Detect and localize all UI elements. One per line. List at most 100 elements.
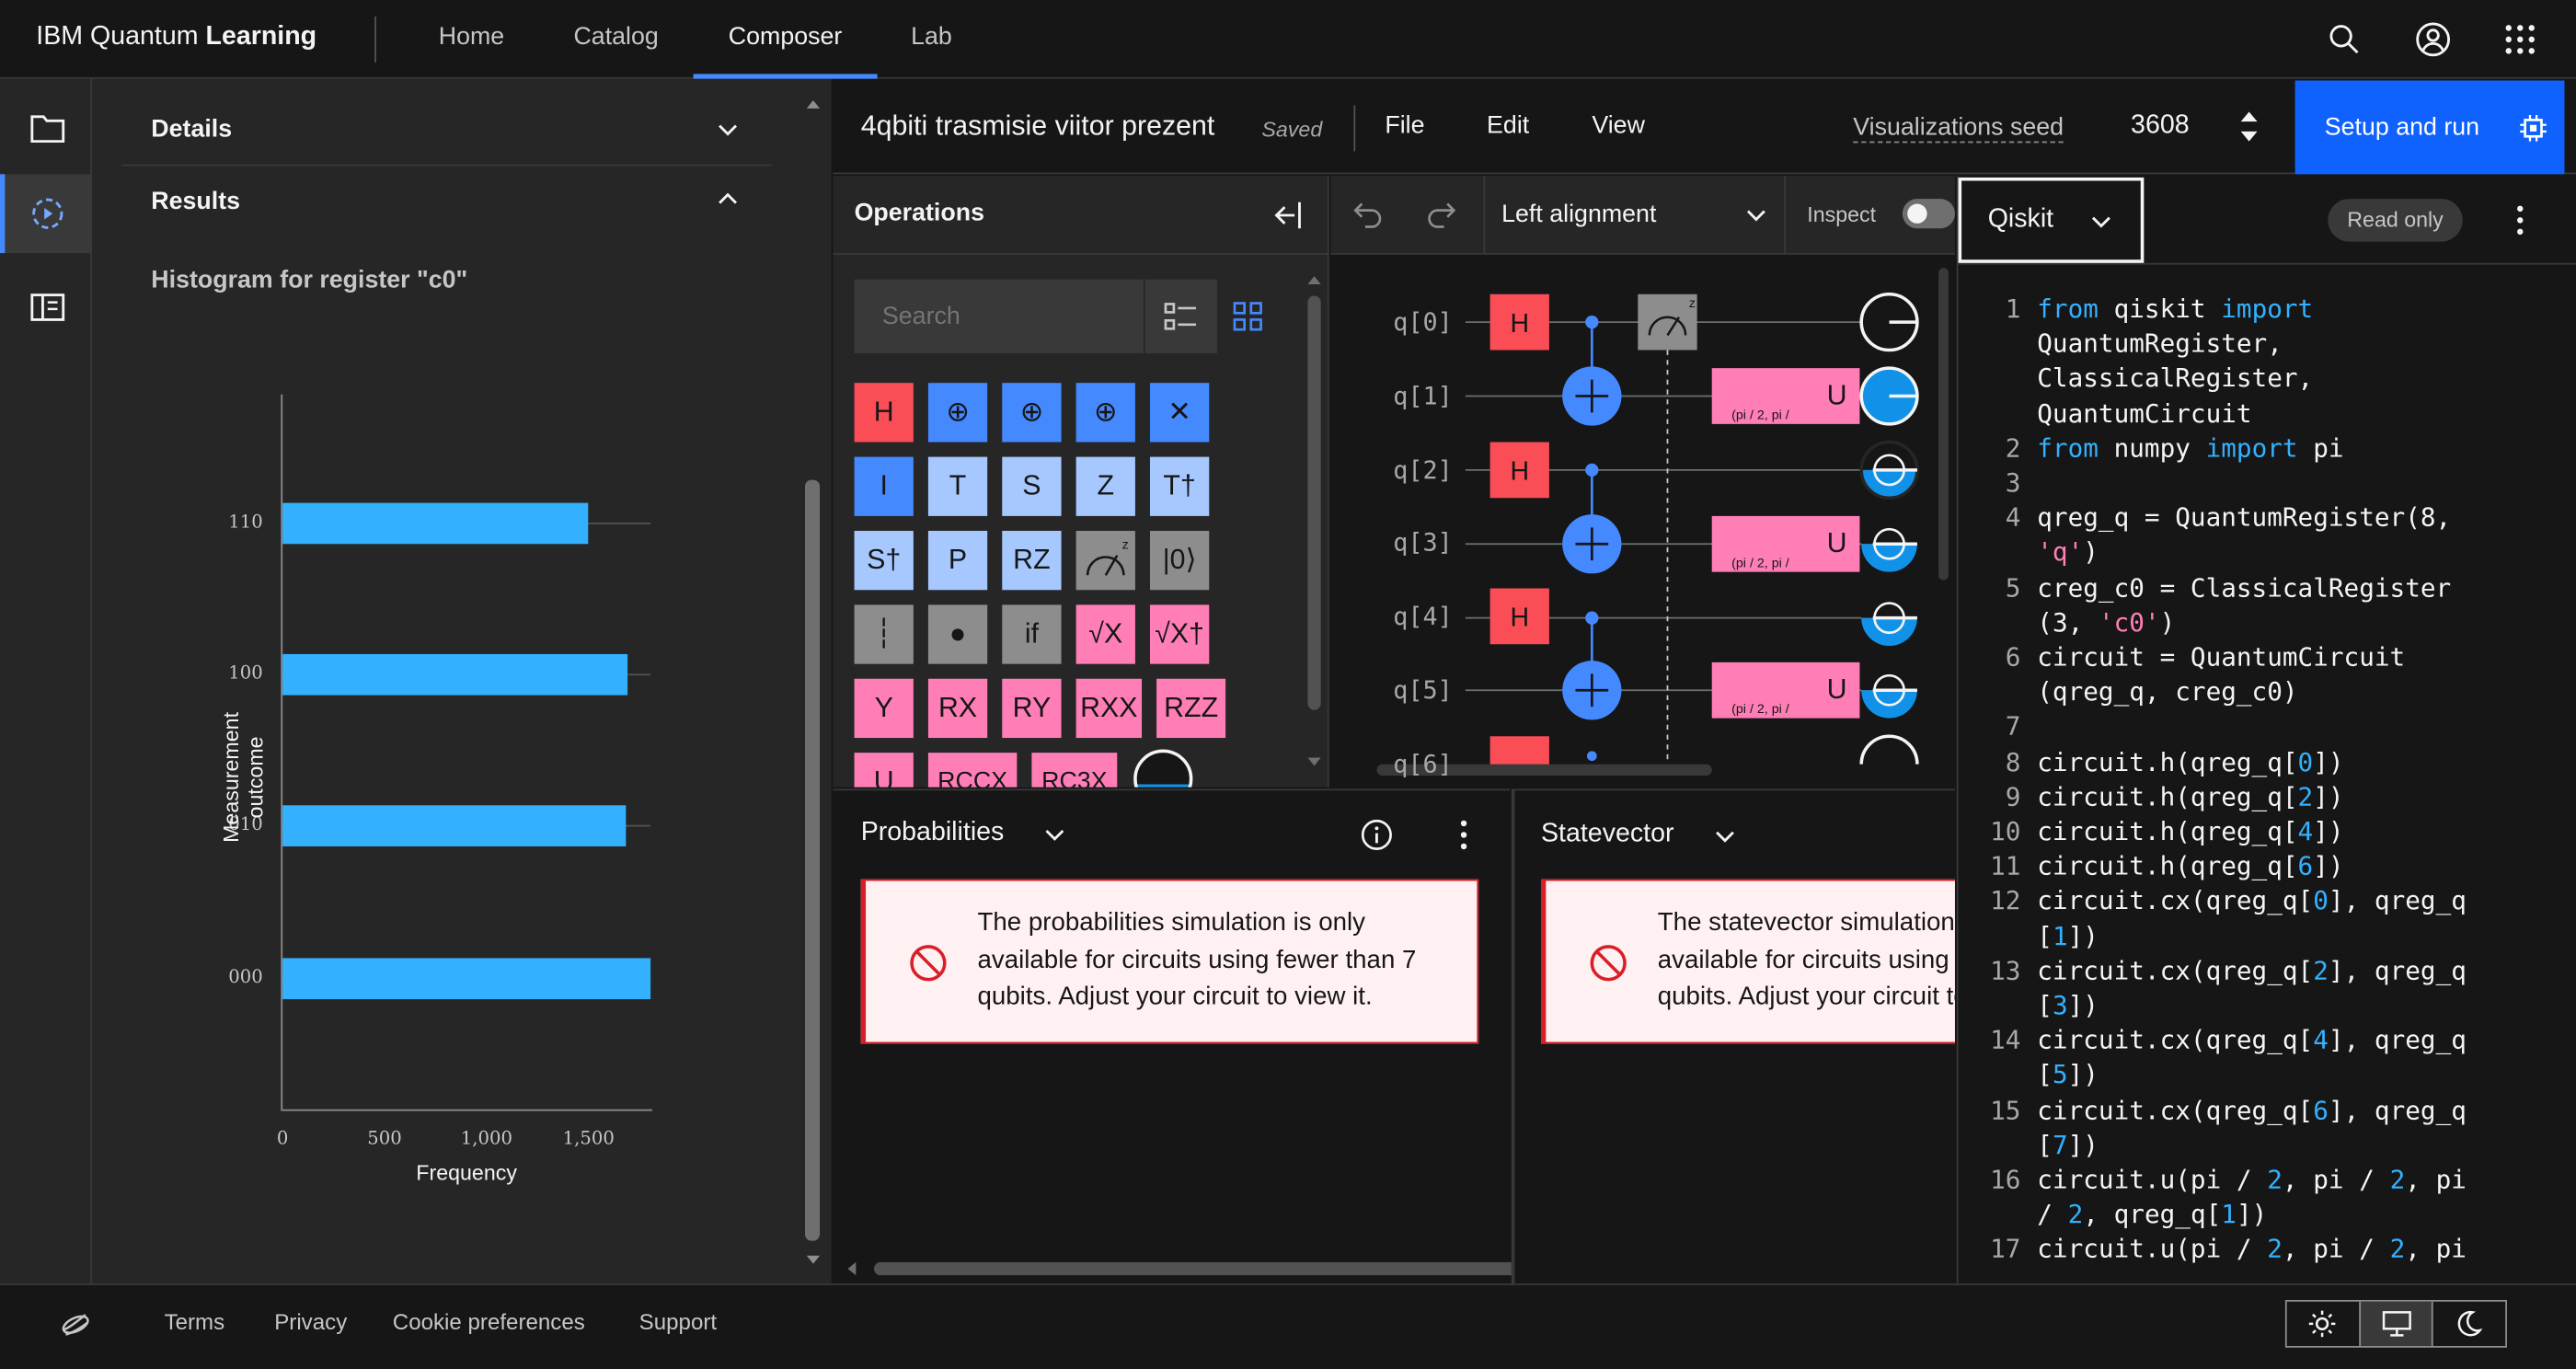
top-navigation: IBM Quantum Learning Home Catalog Compos…	[0, 0, 2576, 79]
gate-rc3x[interactable]: RC3X	[1031, 753, 1118, 788]
chevron-down-icon	[2091, 216, 2110, 228]
qubit-label: q[5]	[1393, 675, 1453, 706]
redo-icon[interactable]	[1424, 199, 1457, 228]
gate-s[interactable]: S†	[854, 530, 914, 591]
gate-[interactable]: ✕	[1149, 383, 1210, 443]
alignment-select[interactable]: Left alignment	[1483, 176, 1787, 255]
overflow-menu-icon[interactable]	[1455, 819, 1472, 852]
gate-s[interactable]: S	[1002, 456, 1062, 516]
svg-text:H: H	[1510, 457, 1529, 487]
gate-t[interactable]: T	[927, 456, 988, 516]
overflow-menu-icon[interactable]	[2512, 204, 2528, 237]
gate-y[interactable]: Y	[854, 678, 914, 739]
circuit-title[interactable]: 4qbiti trasmisie viitor prezent	[861, 110, 1215, 144]
gate-p[interactable]: P	[927, 530, 988, 591]
gate-[interactable]: ⊕	[1002, 383, 1062, 443]
h-gate-q4: H	[1489, 588, 1549, 645]
statevector-title[interactable]: Statevector	[1541, 820, 1674, 849]
code-editor[interactable]: 1 from qiskit import QuantumRegister, Class…	[1959, 293, 2576, 1279]
seed-value[interactable]: 3608	[2131, 111, 2190, 141]
gate-measure[interactable]: z	[1075, 530, 1135, 591]
gate-x[interactable]: √X	[1075, 604, 1135, 664]
menu-edit[interactable]: Edit	[1487, 111, 1529, 139]
system-theme-button[interactable]	[2359, 1301, 2433, 1346]
grid-view-button[interactable]	[1217, 279, 1283, 354]
details-accordion[interactable]: Details	[121, 94, 773, 167]
app-switcher-icon[interactable]	[2501, 19, 2540, 59]
gate-t[interactable]: T†	[1149, 456, 1210, 516]
results-button[interactable]	[0, 174, 92, 254]
gate-[interactable]: ⊕	[1075, 383, 1135, 443]
ibm-quantum-logo-icon	[62, 1314, 89, 1336]
gate-rxx[interactable]: RXX	[1075, 678, 1143, 739]
gate-z[interactable]: Z	[1075, 456, 1135, 516]
measure-gate-palette[interactable]	[1133, 749, 1193, 788]
dark-theme-button[interactable]	[2433, 1302, 2506, 1346]
code-line: [3])	[2037, 991, 2099, 1021]
footer-privacy[interactable]: Privacy	[274, 1310, 347, 1335]
files-button[interactable]	[0, 88, 92, 167]
statevector-panel: Statevector The statevector simulation i…	[1511, 788, 1955, 1284]
ops-scrollbar[interactable]	[1306, 273, 1323, 783]
nav-lab[interactable]: Lab	[893, 0, 969, 79]
info-icon[interactable]	[1361, 819, 1394, 852]
code-line: 7	[2005, 712, 2021, 742]
x-tick-label: 500	[367, 1127, 402, 1149]
code-line: 'q')	[2037, 537, 2099, 568]
footer-cookie-preferences[interactable]: Cookie preferences	[393, 1310, 585, 1335]
monitor-icon	[2382, 1311, 2411, 1337]
gate-[interactable]: ┆	[854, 604, 914, 664]
seed-label[interactable]: Visualizations seed	[1853, 113, 2064, 144]
histogram-bar	[282, 958, 650, 1000]
gate-h[interactable]: H	[854, 383, 914, 443]
results-accordion[interactable]: Results	[121, 166, 772, 238]
nav-catalog[interactable]: Catalog	[552, 0, 680, 79]
y-tick-label: 000	[228, 966, 263, 988]
circuit-canvas[interactable]: H H H z U (pi / 2, pi / U (pi / 2, pi / U (…	[1330, 254, 1955, 788]
menu-view[interactable]: View	[1592, 111, 1645, 139]
chevron-down-icon[interactable]	[1043, 825, 1066, 845]
nav-composer[interactable]: Composer	[693, 0, 878, 79]
footer-support[interactable]: Support	[639, 1310, 717, 1335]
setup-and-run-button[interactable]: Setup and run	[2294, 80, 2565, 175]
gate-ry[interactable]: RY	[1002, 678, 1062, 739]
gate-if[interactable]: if	[1002, 604, 1062, 664]
inspect-toggle[interactable]	[1902, 199, 1955, 229]
probabilities-title[interactable]: Probabilities	[861, 819, 1005, 848]
gate-[interactable]: ●	[927, 604, 988, 664]
chevron-down-icon[interactable]	[1713, 827, 1736, 846]
code-line: 8 circuit.h(qreg_q[0])	[2005, 747, 2344, 777]
brand-logo[interactable]: IBM Quantum Learning	[36, 23, 316, 52]
footer-terms[interactable]: Terms	[165, 1310, 225, 1335]
inspect-label: Inspect	[1807, 201, 1877, 227]
operations-search-input[interactable]	[854, 279, 1144, 354]
gate-rx[interactable]: RX	[927, 678, 988, 739]
code-line: / 2, qreg_q[1])	[2037, 1200, 2268, 1230]
gate-x[interactable]: √X†	[1149, 604, 1210, 664]
gate-[interactable]: ⊕	[927, 383, 988, 443]
nav-home[interactable]: Home	[414, 0, 529, 79]
list-view-button[interactable]	[1144, 279, 1218, 354]
histogram-bar	[282, 502, 589, 545]
gate-i[interactable]: I	[854, 456, 914, 516]
results-scroll-thumb[interactable]	[804, 479, 821, 1241]
seed-stepper-icon[interactable]	[2237, 109, 2260, 144]
language-select[interactable]: Qiskit	[1958, 177, 2145, 263]
x-axis-line	[281, 1109, 652, 1111]
list-view-icon	[1164, 303, 1196, 330]
histogram-title: Histogram for register "c0"	[151, 266, 468, 294]
gate-rzz[interactable]: RZZ	[1156, 678, 1226, 739]
gate-rz[interactable]: RZ	[1002, 530, 1062, 591]
qubit-label: q[6]	[1393, 749, 1453, 779]
svg-text:U: U	[1827, 528, 1847, 558]
menu-file[interactable]: File	[1385, 111, 1424, 139]
gate-0[interactable]: |0⟩	[1149, 530, 1210, 591]
collapse-panel-icon[interactable]	[1270, 199, 1303, 232]
gate-rccx[interactable]: RCCX	[927, 753, 1018, 788]
undo-icon[interactable]	[1352, 199, 1386, 228]
docs-button[interactable]	[0, 266, 92, 345]
user-avatar-icon[interactable]	[2413, 19, 2453, 59]
search-icon[interactable]	[2325, 19, 2364, 59]
gate-u[interactable]: U	[854, 753, 914, 788]
light-theme-button[interactable]	[2287, 1302, 2360, 1346]
